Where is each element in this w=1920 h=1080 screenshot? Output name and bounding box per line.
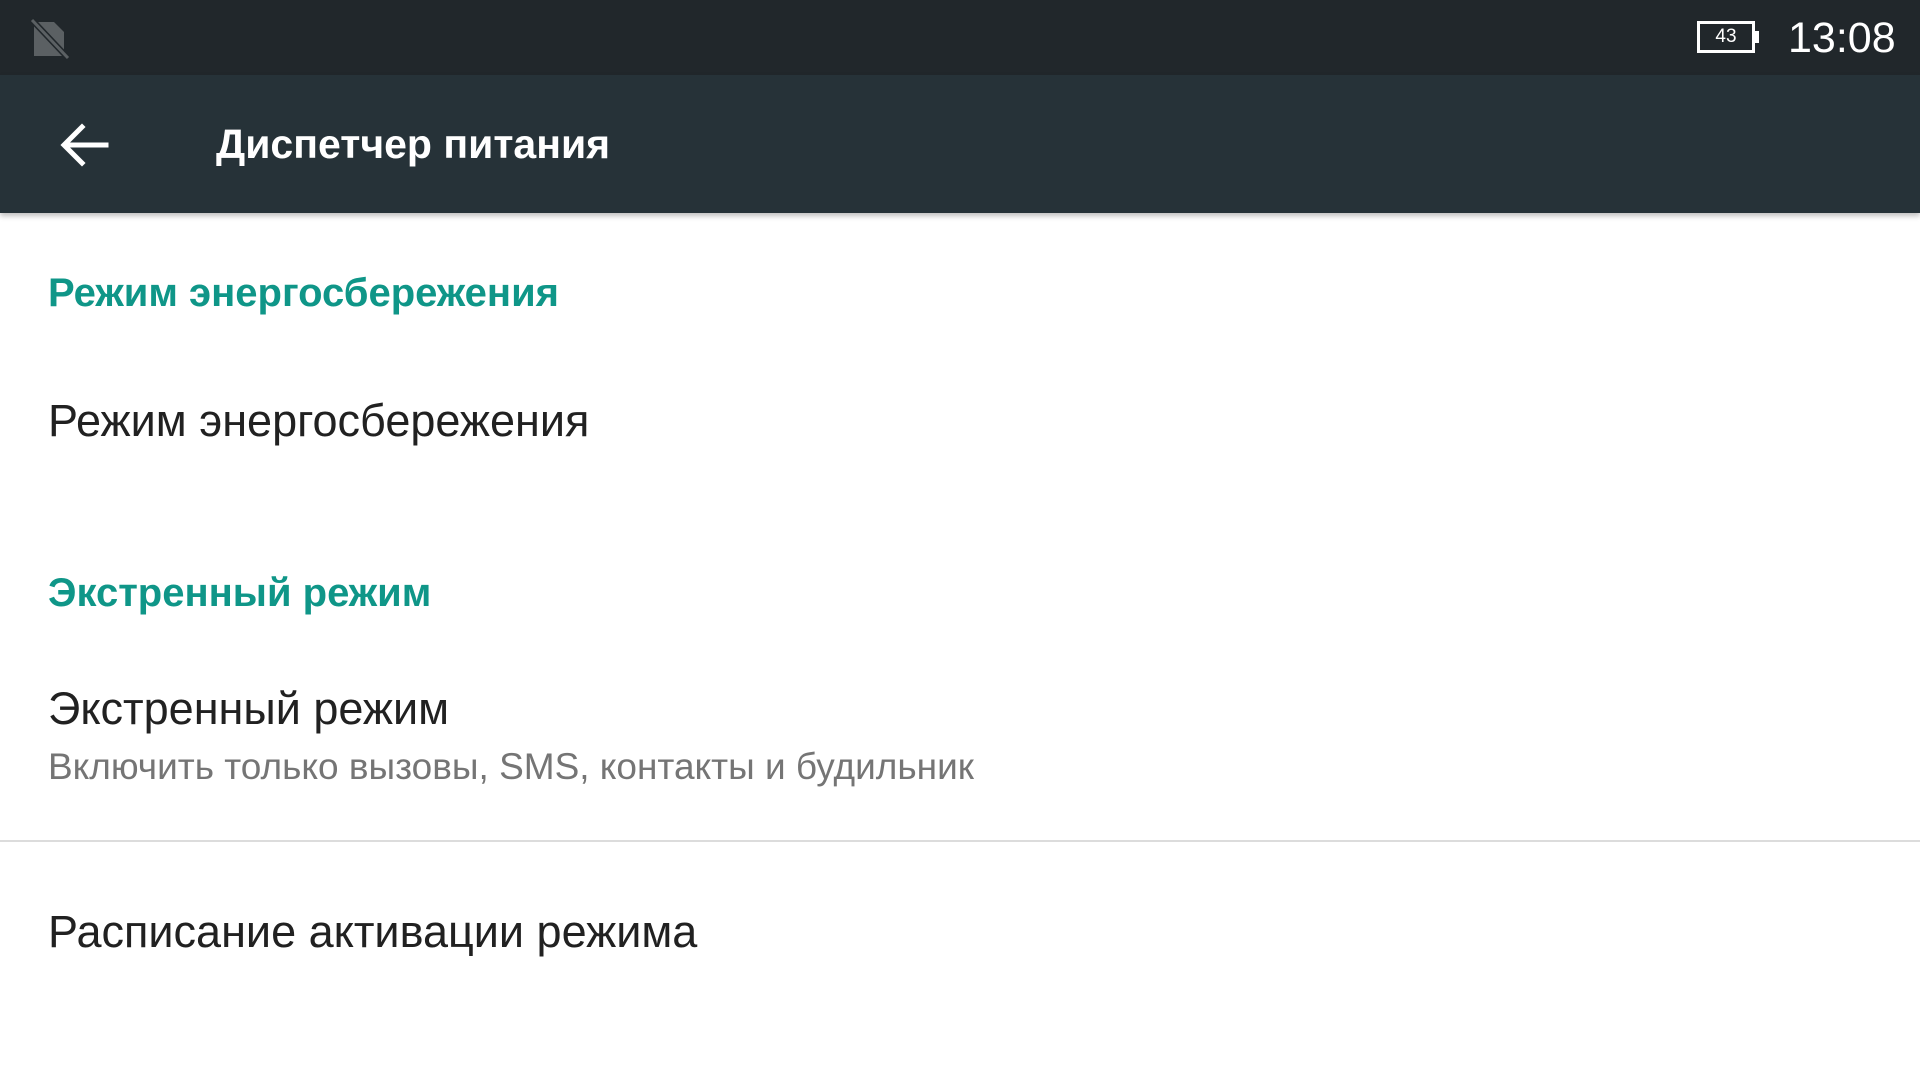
status-clock: 13:08 <box>1788 14 1896 62</box>
pref-title: Экстренный режим <box>48 683 450 734</box>
settings-list: Режим энергосбережения Режим энергосбере… <box>0 213 1920 1080</box>
pref-title: Режим энергосбережения <box>48 395 590 446</box>
battery-level: 43 <box>1715 26 1737 47</box>
status-bar: 43 13:08 <box>0 0 1920 75</box>
page-title: Диспетчер питания <box>216 121 611 167</box>
back-button[interactable] <box>40 109 126 181</box>
pref-summary: Включить только вызовы, SMS, контакты и … <box>48 746 974 787</box>
pref-title: Расписание активации режима <box>48 906 698 957</box>
section-header-power-saving: Режим энергосбережения <box>48 271 560 315</box>
pref-item-power-saving-mode[interactable]: Режим энергосбережения <box>0 333 1920 523</box>
pref-item-emergency-mode[interactable]: Экстренный режим Включить только вызовы,… <box>0 633 1920 841</box>
no-sim-icon <box>29 16 71 61</box>
pref-item-activation-schedule[interactable]: Расписание активации режима <box>0 842 1920 1022</box>
app-bar: Диспетчер питания <box>0 75 1920 213</box>
section-header-emergency: Экстренный режим <box>48 571 432 615</box>
